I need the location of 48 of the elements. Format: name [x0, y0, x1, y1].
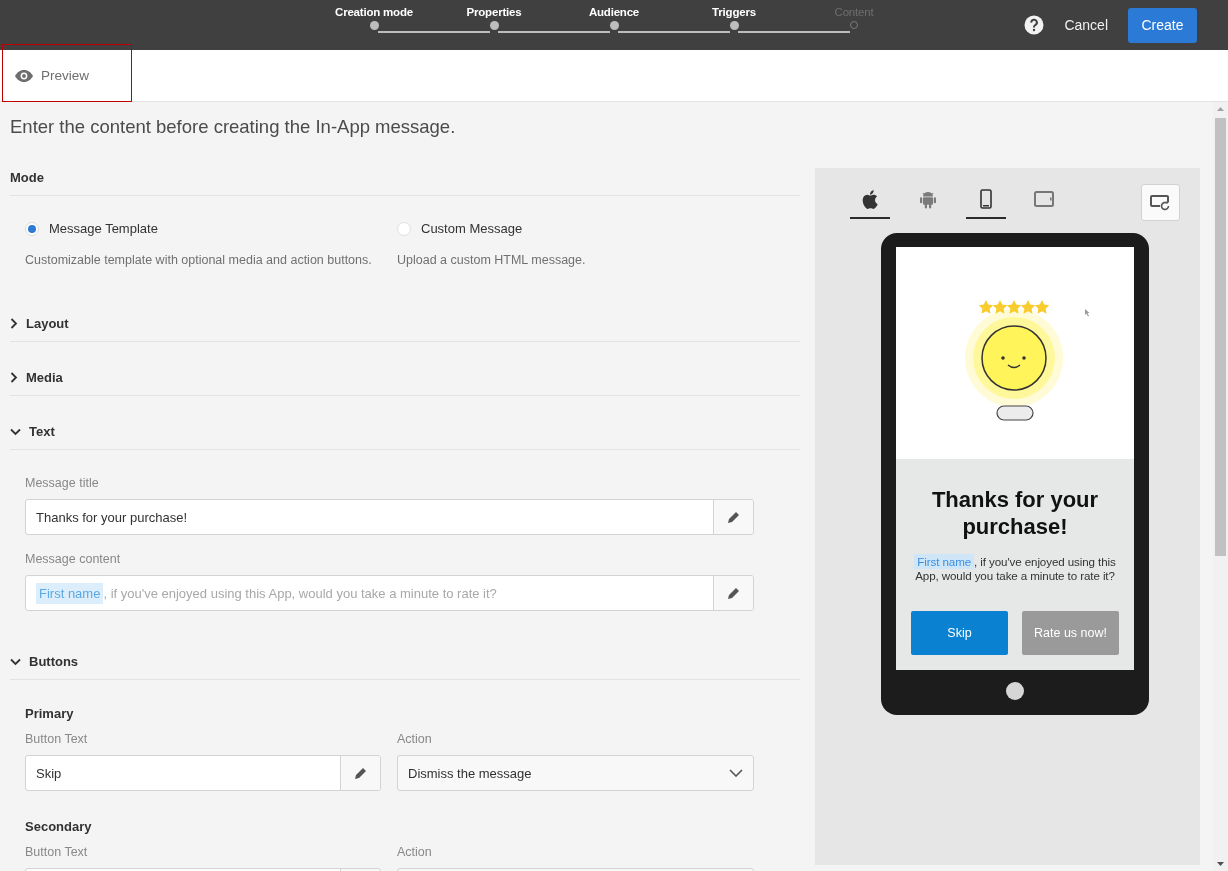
step-label: Audience [588, 6, 640, 18]
section-header[interactable]: Layout [10, 306, 800, 342]
group-title: Primary [25, 706, 74, 721]
section-header[interactable]: Text [10, 414, 800, 450]
help-icon[interactable] [1024, 15, 1045, 35]
radio-icon[interactable] [397, 221, 411, 236]
section-title: Layout [26, 316, 69, 331]
message-body: First name , if you've enjoyed using this App, would you take a minute to rate it? [913, 555, 1117, 583]
page-heading: Enter the content before creating the In-App message. [10, 115, 457, 139]
chevron-down-icon [10, 657, 21, 666]
section-title: Media [26, 370, 63, 385]
eye-icon [15, 69, 33, 82]
android-icon [919, 189, 937, 209]
section-title: Mode [10, 170, 44, 185]
create-button[interactable]: Create [1128, 7, 1197, 43]
radio-option[interactable]: Custom Message [397, 221, 800, 236]
section-title: Buttons [29, 654, 79, 669]
field-label: Button Text [25, 732, 88, 746]
field-label: Action [397, 732, 432, 746]
rotate-button[interactable] [1141, 184, 1180, 221]
field-label: Button Text [25, 845, 88, 859]
field-label: Message content [25, 552, 121, 566]
step-label: Triggers [712, 6, 756, 18]
step-label: Properties [466, 6, 522, 18]
radio-option[interactable]: Message Template [25, 221, 397, 236]
option-description: Customizable template with optional media and action buttons. [25, 253, 373, 267]
section-title: Text [29, 424, 55, 439]
radio-icon[interactable] [25, 221, 39, 236]
chevron-down-icon [729, 769, 743, 777]
tablet-icon [1034, 191, 1054, 207]
chevron-right-icon [10, 318, 18, 329]
chevron-right-icon [10, 372, 18, 383]
action-dropdown[interactable]: Dismiss the message [397, 755, 754, 791]
message-button[interactable]: Skip [911, 611, 1008, 655]
option-description: Upload a custom HTML message. [397, 253, 587, 267]
preview-tab[interactable]: Preview [0, 50, 89, 101]
chevron-down-icon [10, 427, 21, 436]
field-label: Action [397, 845, 432, 859]
field-label: Message title [25, 476, 99, 490]
cancel-button[interactable]: Cancel [1060, 17, 1112, 33]
group-title: Secondary [25, 819, 92, 834]
section-header[interactable]: Media [10, 360, 800, 396]
apple-icon [862, 189, 878, 209]
phone-icon [980, 189, 992, 209]
step-label: Creation mode [335, 6, 413, 18]
section-header[interactable]: Buttons [10, 644, 800, 680]
message-title: Thanks for your purchase! [930, 486, 1100, 540]
rotate-icon [1149, 192, 1172, 213]
